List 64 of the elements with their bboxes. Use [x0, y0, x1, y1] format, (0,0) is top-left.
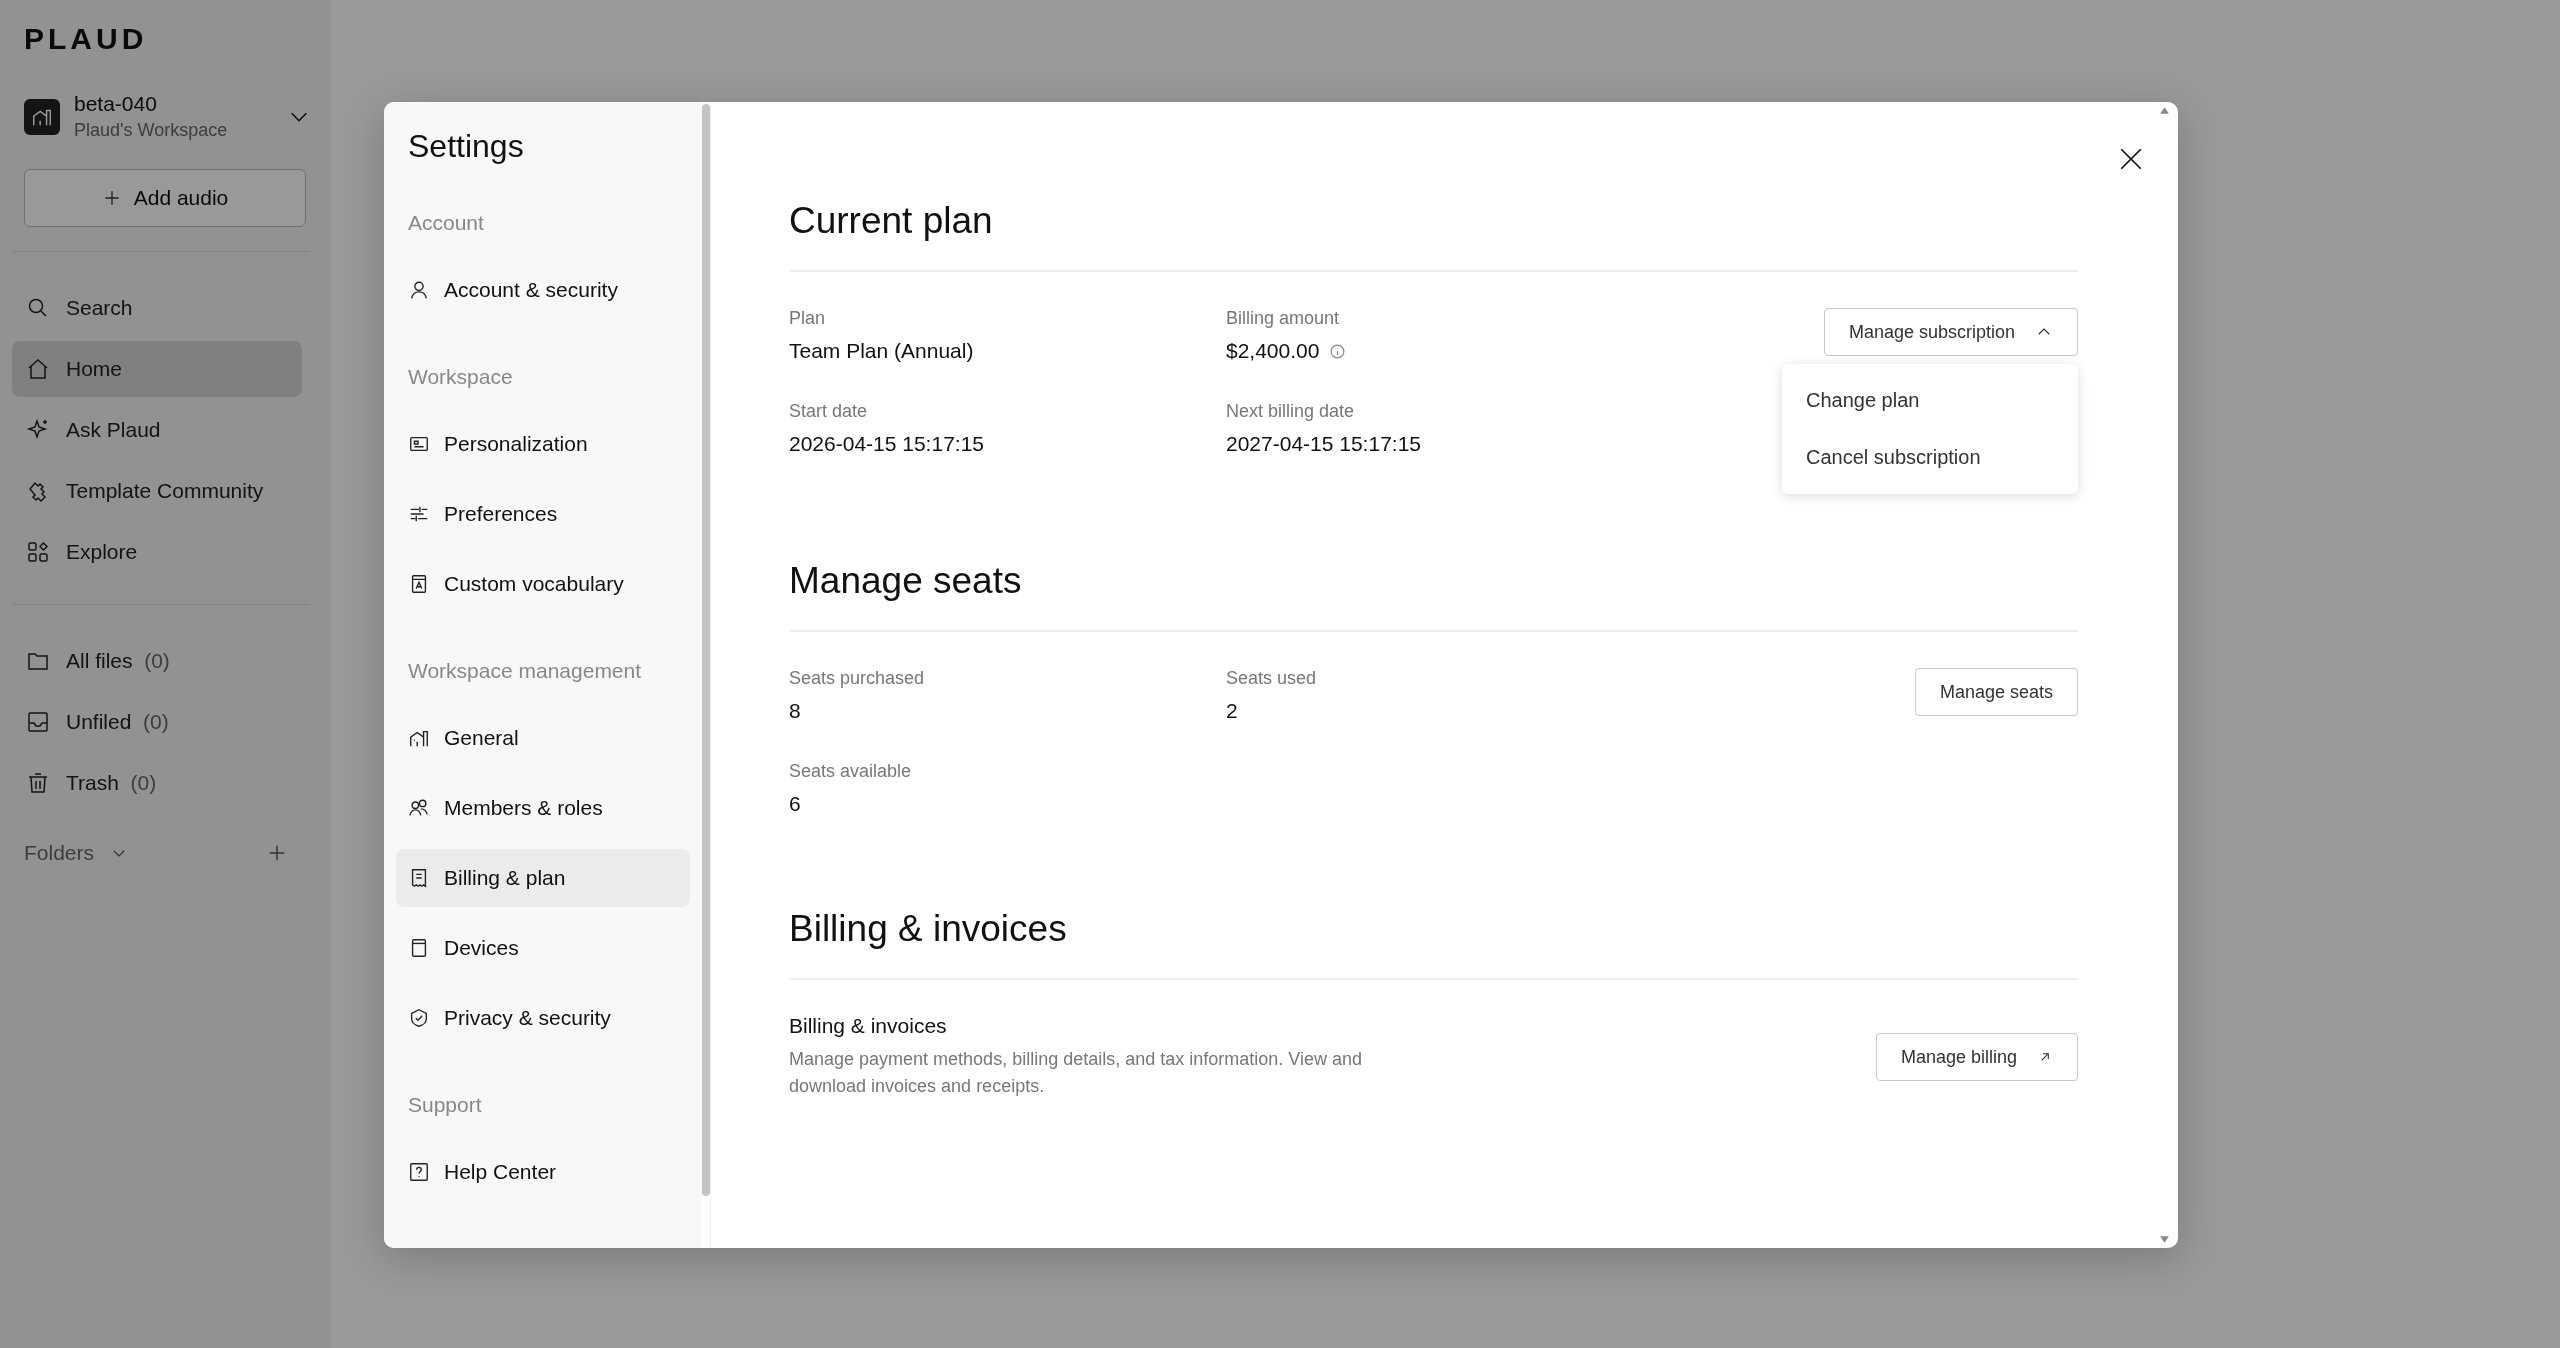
settings-nav-item[interactable]: Account & security [396, 261, 690, 319]
settings-nav-item[interactable]: Members & roles [396, 779, 690, 837]
dialog-title: Settings [407, 128, 525, 165]
field-label: Start date [789, 401, 869, 422]
menu-item[interactable]: Change plan [1782, 372, 2078, 429]
subsection-title: Billing & invoices [789, 1014, 948, 1038]
manage-billing-button[interactable]: Manage billing [1875, 1033, 2078, 1081]
help-icon [408, 1161, 430, 1183]
workspace-icon [24, 98, 60, 135]
inbox-icon [26, 710, 50, 734]
field-value: Team Plan (Annual) [789, 339, 974, 363]
manage-seats-button[interactable]: Manage seats [1914, 668, 2078, 716]
section-heading: Workspace [407, 365, 514, 389]
settings-nav-item[interactable]: Devices [396, 919, 690, 977]
nav-item[interactable]: Explore [12, 524, 302, 580]
settings-nav-item[interactable]: Billing & plan [396, 849, 690, 907]
field-value: 2 [1226, 699, 1239, 723]
add-audio-button[interactable]: Add audio [24, 169, 306, 227]
field-value: 2026-04-15 15:17:15 [789, 432, 984, 456]
section-title: Billing & invoices [789, 908, 2078, 980]
field-label: Plan [789, 308, 827, 329]
settings-nav-item[interactable]: Custom vocabulary [396, 555, 690, 613]
section-heading: Account [407, 211, 485, 235]
nav-item[interactable]: Search [12, 280, 302, 336]
nav-item[interactable]: Unfiled (0) [12, 694, 302, 750]
shield-check-icon [408, 1007, 430, 1029]
nav-item[interactable]: All files (0) [12, 633, 302, 689]
field-label: Seats used [1226, 668, 1318, 689]
section-title: Current plan [789, 200, 2078, 272]
description: Manage payment methods, billing details, and tax information. View and download invoices and receipts. [789, 1048, 1363, 1098]
scroll-down-icon[interactable] [2159, 1235, 2170, 1244]
settings-nav-item[interactable]: General [396, 709, 690, 767]
section-heading: Workspace management [407, 659, 643, 683]
manage-subscription-button[interactable]: Manage subscription [1823, 308, 2078, 356]
field-value: 2027-04-15 15:17:15 [1226, 432, 1421, 456]
field-label: Next billing date [1226, 401, 1356, 422]
person-icon [408, 279, 430, 301]
settings-nav-item[interactable]: Personalization [396, 415, 690, 473]
settings-nav-item[interactable]: Privacy & security [396, 989, 690, 1047]
field-value: $2,400.00 [1226, 339, 1320, 363]
info-icon[interactable] [1329, 342, 1347, 360]
grid-icon [26, 540, 50, 564]
field-value: 6 [789, 792, 802, 816]
trash-icon [26, 771, 50, 795]
nav-item[interactable]: Home [12, 341, 302, 397]
logo: PLAUD [24, 22, 149, 56]
house-icon [26, 357, 50, 381]
field-value: 8 [789, 699, 802, 723]
section-heading: Support [407, 1093, 483, 1117]
field-label: Seats available [789, 761, 913, 782]
field-label: Seats purchased [789, 668, 926, 689]
workspace-subtitle: Plaud's Workspace [74, 120, 229, 141]
scrollbar-thumb[interactable] [702, 104, 710, 1196]
nav-item[interactable]: Trash (0) [12, 755, 302, 811]
nav-item[interactable]: Ask Plaud [12, 402, 302, 458]
close-icon[interactable] [2118, 146, 2144, 172]
nav-item[interactable]: Template Community [12, 463, 302, 519]
menu-item[interactable]: Cancel subscription [1782, 429, 2078, 486]
field-label: Billing amount [1226, 308, 1341, 329]
scroll-up-icon[interactable] [2159, 106, 2170, 115]
settings-nav-item[interactable]: Preferences [396, 485, 690, 543]
settings-nav-item[interactable]: Help Center [396, 1143, 690, 1201]
section-title: Manage seats [789, 560, 2078, 632]
workspace-name[interactable]: beta-040 [74, 92, 274, 116]
